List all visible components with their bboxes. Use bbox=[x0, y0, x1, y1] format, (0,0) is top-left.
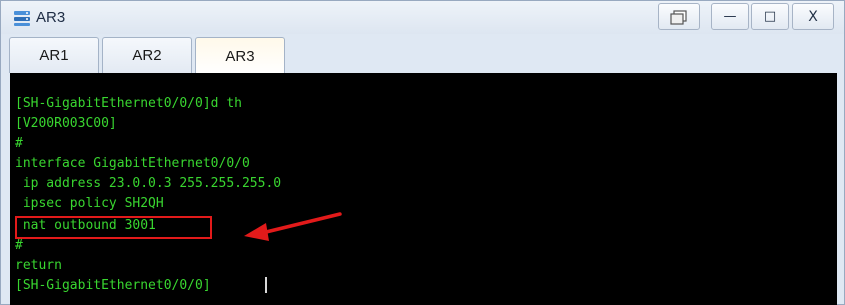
terminal-prompt: [SH-GigabitEthernet0/0/0] bbox=[15, 278, 211, 293]
terminal-line: ipsec policy SH2QH bbox=[15, 196, 164, 211]
tab-strip: AR1 AR2 AR3 bbox=[1, 34, 844, 74]
highlight-box-annotation bbox=[15, 216, 212, 239]
terminal-line: ip address 23.0.0.3 255.255.255.0 bbox=[15, 176, 282, 191]
window-title: AR3 bbox=[36, 9, 66, 26]
title-bar[interactable]: AR3 — □ X bbox=[1, 1, 844, 34]
restore-icon bbox=[670, 9, 687, 25]
minimize-button[interactable]: — bbox=[711, 3, 749, 30]
terminal-line: [SH-GigabitEthernet0/0/0]d th bbox=[15, 96, 242, 111]
minimize-icon: — bbox=[723, 9, 737, 24]
tab-ar2[interactable]: AR2 bbox=[102, 37, 192, 73]
terminal-line: # bbox=[15, 238, 23, 253]
terminal-console[interactable]: [SH-GigabitEthernet0/0/0]d th [V200R003C… bbox=[10, 73, 837, 305]
console-window: AR3 — □ X AR1 AR2 AR3 [SH-GigabitEtherne… bbox=[0, 0, 845, 305]
tab-ar1[interactable]: AR1 bbox=[9, 37, 99, 73]
router-app-icon bbox=[14, 11, 30, 26]
tab-ar3[interactable]: AR3 bbox=[195, 37, 285, 74]
terminal-line: return bbox=[15, 258, 62, 273]
terminal-line: [V200R003C00] bbox=[15, 116, 117, 131]
close-icon: X bbox=[808, 8, 818, 25]
close-button[interactable]: X bbox=[792, 3, 834, 30]
maximize-button[interactable]: □ bbox=[751, 3, 789, 30]
text-cursor bbox=[265, 277, 267, 293]
terminal-line: # bbox=[15, 136, 23, 151]
terminal-line: interface GigabitEthernet0/0/0 bbox=[15, 156, 250, 171]
restore-window-button[interactable] bbox=[658, 3, 700, 30]
maximize-icon: □ bbox=[763, 9, 777, 24]
